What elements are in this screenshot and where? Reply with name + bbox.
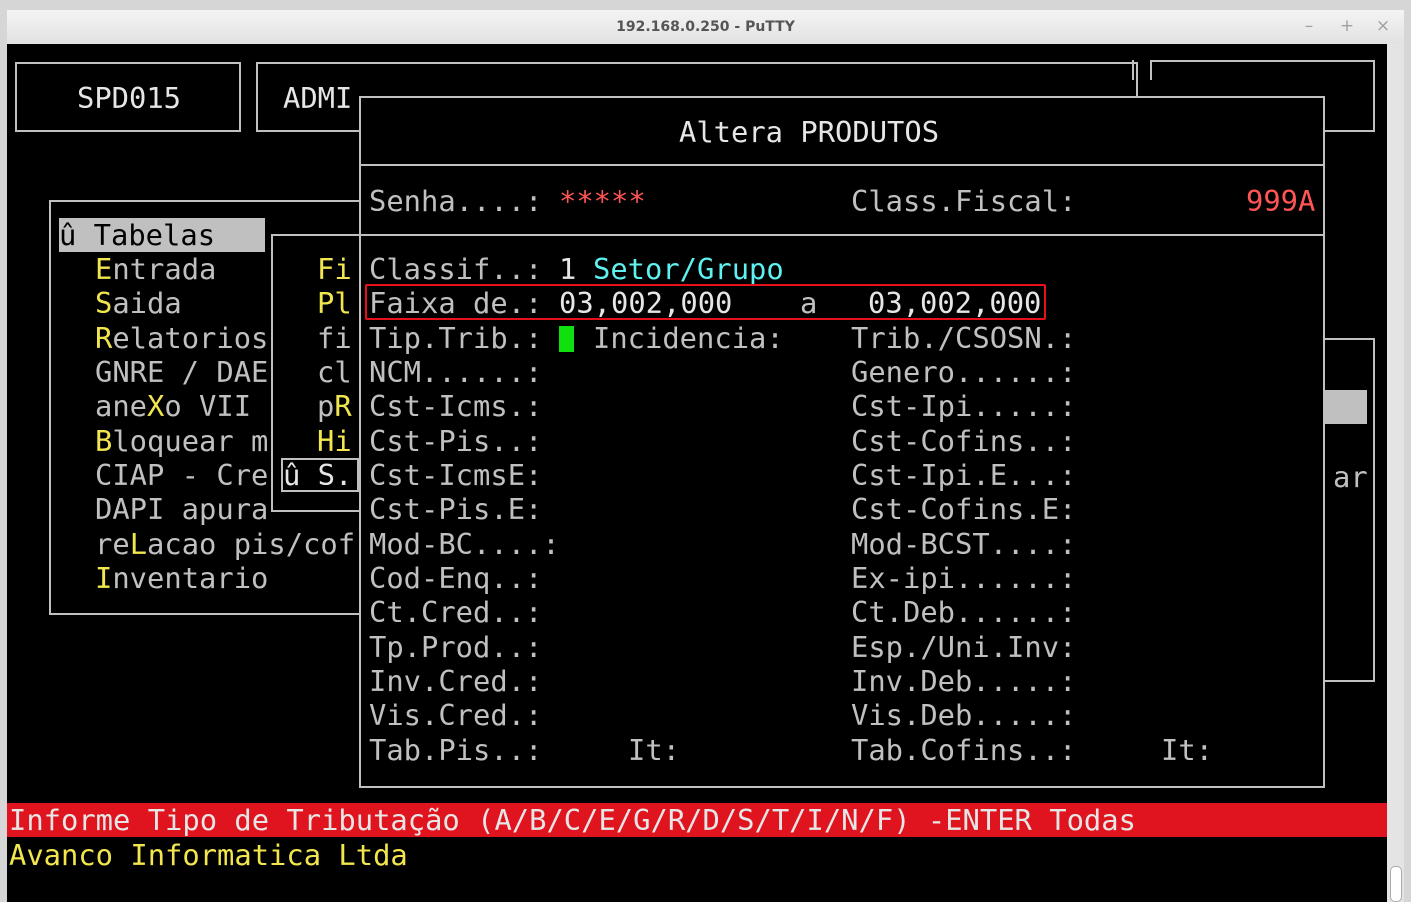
submenu-item-2[interactable]: Pl	[317, 286, 352, 320]
cst-pis-label: Cst-Pis..:	[369, 424, 543, 458]
ct-deb-label: Ct.Deb......:	[851, 595, 1077, 629]
user-name: ADMI	[283, 81, 353, 115]
trib-csosn-label: Trib./CSOSN.:	[851, 321, 1077, 355]
classif-desc: Setor/Grupo	[593, 252, 784, 286]
submenu-item-5[interactable]: pR	[317, 389, 352, 423]
scrollbar-thumb[interactable]	[1390, 866, 1402, 902]
text-cursor[interactable]	[559, 326, 574, 352]
class-fiscal-value[interactable]: 999A	[1246, 184, 1315, 218]
genero-label: Genero......:	[851, 355, 1077, 389]
menu-item-dapi[interactable]: DAPI apura	[95, 492, 268, 526]
tab-pis-it-label: It:	[628, 733, 681, 767]
cst-pis-e-label: Cst-Pis.E:	[369, 492, 543, 526]
menu-item-gnre-dae[interactable]: GNRE / DAE	[95, 355, 268, 389]
esp-uni-inv-label: Esp./Uni.Inv:	[851, 630, 1077, 664]
submenu-item-selected[interactable]: û S.	[283, 458, 352, 492]
menu-item-relatorios[interactable]: Relatorios	[95, 321, 268, 355]
menu-item-entrada[interactable]: Entrada	[95, 252, 216, 286]
right-panel-fragment: ar	[1333, 460, 1368, 494]
window-title: 192.168.0.250 - PuTTY	[616, 19, 795, 35]
class-fiscal-label: Class.Fiscal:	[851, 184, 1077, 218]
tab-cofins-label: Tab.Cofins..:	[851, 733, 1077, 767]
submenu-item-3[interactable]: fi	[317, 321, 352, 355]
maximize-button[interactable]: +	[1337, 16, 1357, 36]
tip-trib-label: Tip.Trib.:	[369, 321, 543, 355]
menu-item-anexo-vii[interactable]: aneXo VII	[95, 389, 251, 423]
cst-cofins-label: Cst-Cofins..:	[851, 424, 1077, 458]
dialog-title: Altera PRODUTOS	[679, 115, 940, 149]
menu-item-tabelas[interactable]: û Tabelas	[59, 218, 265, 252]
mod-bcst-label: Mod-BCST....:	[851, 527, 1077, 561]
inv-deb-label: Inv.Deb.....:	[851, 664, 1077, 698]
ncm-label: NCM......:	[369, 355, 543, 389]
menu-item-inventario[interactable]: Inventario	[95, 561, 268, 595]
cst-icms-label: Cst-Icms.:	[369, 389, 543, 423]
vertical-scrollbar[interactable]	[1387, 44, 1404, 902]
submenu-item-6[interactable]: Hi	[317, 424, 352, 458]
cst-icmse-label: Cst-IcmsE:	[369, 458, 543, 492]
window-titlebar[interactable]: 192.168.0.250 - PuTTY – + ×	[7, 10, 1404, 45]
password-label: Senha....:	[369, 184, 543, 218]
incidencia-label: Incidencia:	[593, 321, 784, 355]
company-name: Avanco Informatica Ltda	[9, 838, 408, 872]
cst-cofins-e-label: Cst-Cofins.E:	[851, 492, 1077, 526]
password-field[interactable]: *****	[559, 184, 646, 218]
program-code: SPD015	[77, 81, 182, 115]
cod-enq-label: Cod-Enq..:	[369, 561, 543, 595]
close-button[interactable]: ×	[1373, 16, 1393, 36]
vis-cred-label: Vis.Cred.:	[369, 698, 543, 732]
cst-ipi-e-label: Cst-Ipi.E...:	[851, 458, 1077, 492]
ex-ipi-label: Ex-ipi......:	[851, 561, 1077, 595]
terminal-screen[interactable]: SPD015 ADMI û Tabelas Entrada Saida Rela…	[7, 44, 1387, 902]
menu-item-bloquear[interactable]: Bloquear m	[95, 424, 268, 458]
classif-value[interactable]: 1	[559, 252, 576, 286]
tp-prod-label: Tp.Prod..:	[369, 630, 543, 664]
submenu-item-1[interactable]: Fi	[317, 252, 352, 286]
minimize-button[interactable]: –	[1299, 16, 1319, 36]
tab-cofins-it-label: It:	[1161, 733, 1214, 767]
menu-item-relacao-pis-cofins[interactable]: reLacao pis/cof	[95, 527, 355, 561]
tab-pis-label: Tab.Pis..:	[369, 733, 543, 767]
annotation-highlight-box	[365, 284, 1046, 320]
submenu-item-4[interactable]: cl	[317, 355, 352, 389]
vis-deb-label: Vis.Deb.....:	[851, 698, 1077, 732]
menu-item-saida[interactable]: Saida	[95, 286, 182, 320]
cst-ipi-label: Cst-Ipi.....:	[851, 389, 1077, 423]
inv-cred-label: Inv.Cred.:	[369, 664, 543, 698]
mod-bc-label: Mod-BC....:	[369, 527, 560, 561]
menu-item-ciap[interactable]: CIAP - Cre	[95, 458, 268, 492]
ct-cred-label: Ct.Cred..:	[369, 595, 543, 629]
classif-label: Classif..:	[369, 252, 543, 286]
status-message: Informe Tipo de Tributação (A/B/C/E/G/R/…	[9, 803, 1136, 837]
